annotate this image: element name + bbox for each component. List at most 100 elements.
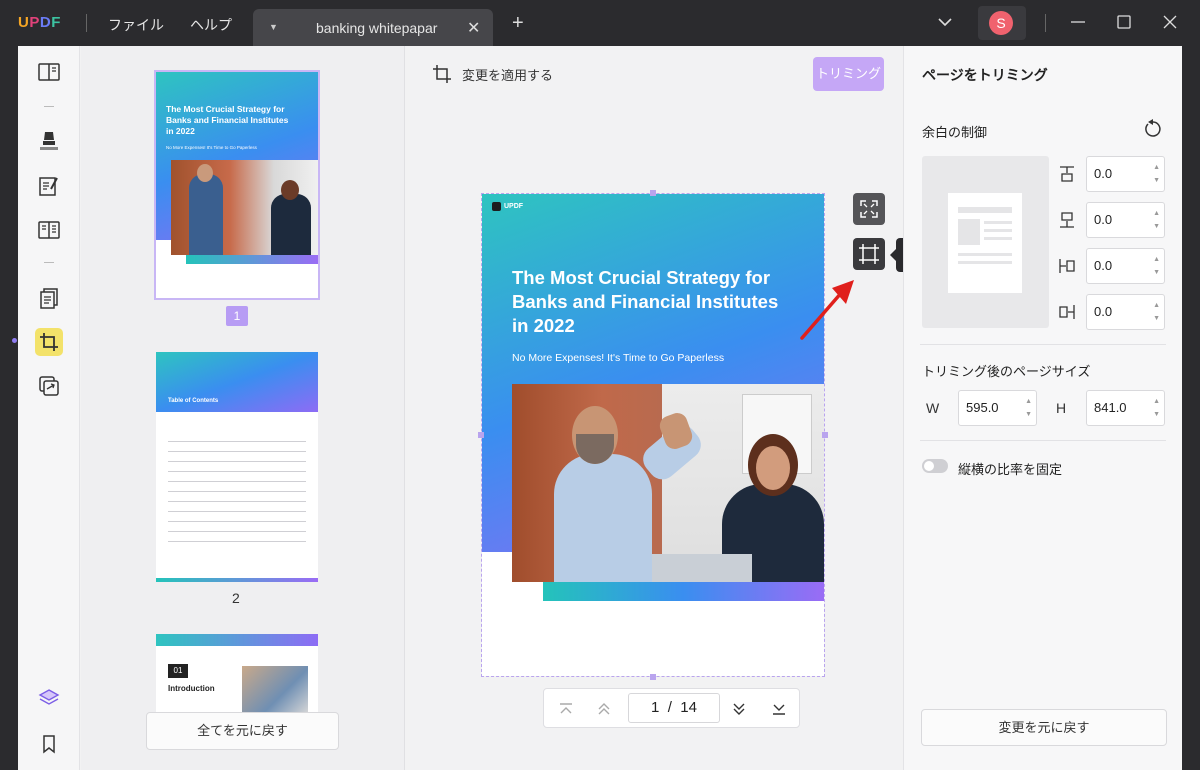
crop-box-icon bbox=[859, 244, 879, 264]
cover-bar bbox=[543, 582, 824, 601]
thumb-subtitle: No More Expenses! It's Time to Go Paperl… bbox=[166, 145, 257, 150]
thumb-photo bbox=[171, 160, 318, 255]
menu-help[interactable]: ヘルプ bbox=[190, 15, 232, 35]
convert-tool[interactable] bbox=[35, 372, 63, 400]
red-arrow-annotation bbox=[800, 280, 854, 340]
new-tab-button[interactable]: + bbox=[512, 13, 524, 33]
last-page-button[interactable] bbox=[769, 699, 789, 719]
page-preview: UPDF The Most Crucial Strategy for Banks… bbox=[482, 194, 824, 676]
page-input[interactable]: 1 / 14 bbox=[628, 693, 720, 723]
layers-icon bbox=[38, 689, 60, 705]
crop-handle-bottom[interactable] bbox=[650, 674, 656, 680]
next-page-button[interactable] bbox=[729, 699, 749, 719]
convert-icon bbox=[39, 376, 59, 396]
margin-right-input[interactable]: 0.0 ▲ ▼ bbox=[1086, 294, 1165, 330]
title-separator-2 bbox=[1045, 14, 1046, 32]
prev-page-button[interactable] bbox=[594, 699, 614, 719]
panel-divider-2 bbox=[920, 440, 1166, 441]
chevron-down-icon[interactable] bbox=[935, 12, 955, 32]
width-spinner[interactable]: ▲ ▼ bbox=[1025, 395, 1032, 421]
reset-margins-icon[interactable] bbox=[1143, 119, 1163, 139]
lock-ratio-label: 縦横の比率を固定 bbox=[958, 462, 1063, 477]
expand-icon bbox=[860, 200, 878, 218]
updf-mark-icon bbox=[492, 202, 501, 211]
last-page-icon bbox=[773, 704, 785, 715]
thumbnail-page-2[interactable]: Table of Contents bbox=[156, 352, 318, 582]
height-spinner[interactable]: ▲ ▼ bbox=[1153, 395, 1160, 421]
rail-indicator-dot bbox=[12, 338, 17, 343]
reader-tool[interactable] bbox=[35, 58, 63, 86]
thumb-chapter-title: Introduction bbox=[168, 684, 215, 693]
margin-left-spinner[interactable]: ▲ ▼ bbox=[1153, 253, 1160, 279]
reset-changes-button[interactable]: 変更を元に戻す bbox=[921, 709, 1167, 746]
apply-changes-button[interactable]: 変更を適用する bbox=[432, 64, 553, 84]
avatar-initial: S bbox=[989, 11, 1013, 35]
crop-handle-top[interactable] bbox=[650, 190, 656, 196]
organize-tool[interactable] bbox=[35, 284, 63, 312]
user-avatar[interactable]: S bbox=[978, 6, 1026, 40]
maximize-icon[interactable] bbox=[1116, 12, 1132, 32]
width-input[interactable]: 595.0 ▲ ▼ bbox=[958, 390, 1037, 426]
margin-top-icon bbox=[1057, 164, 1077, 184]
book-icon bbox=[38, 63, 60, 81]
thumb-toc-title: Table of Contents bbox=[168, 398, 219, 404]
pages-icon bbox=[40, 288, 58, 309]
page-number-badge: 1 bbox=[226, 306, 248, 326]
crop-editor: 変更を適用する トリミング UPDF The Most Crucial Stra… bbox=[406, 46, 927, 770]
width-label: W bbox=[926, 400, 940, 416]
margin-left-icon bbox=[1057, 256, 1077, 276]
crop-handle-right[interactable] bbox=[822, 432, 828, 438]
form-tool[interactable] bbox=[35, 216, 63, 244]
comment-tool[interactable] bbox=[35, 126, 63, 154]
edit-tool[interactable] bbox=[35, 172, 63, 200]
tool-rail bbox=[18, 46, 80, 770]
height-label: H bbox=[1056, 400, 1067, 416]
bookmark-tool[interactable] bbox=[35, 730, 63, 758]
reset-all-button[interactable]: 全てを元に戻す bbox=[146, 712, 339, 750]
crop-handle-left[interactable] bbox=[478, 432, 484, 438]
thumbnail-page-1[interactable]: The Most Crucial Strategy for Banks and … bbox=[154, 70, 320, 300]
crop-tool[interactable] bbox=[35, 328, 63, 356]
trim-settings-panel: ページをトリミング 余白の制御 0.0 ▲ ▼ 0.0 ▲ ▼ 0.0 ▲ ▼ 0.0 ▲ ▼ … bbox=[903, 46, 1182, 770]
tab-dropdown-icon[interactable]: ▼ bbox=[269, 22, 278, 32]
margin-right-icon bbox=[1057, 302, 1077, 322]
margin-left-input[interactable]: 0.0 ▲ ▼ bbox=[1086, 248, 1165, 284]
margin-bottom-icon bbox=[1057, 210, 1077, 230]
panel-divider bbox=[920, 344, 1166, 345]
fit-page-button[interactable] bbox=[853, 193, 885, 225]
thumb-photo-3 bbox=[242, 666, 308, 714]
margin-top-spinner[interactable]: ▲ ▼ bbox=[1153, 161, 1160, 187]
tab-title: banking whitepapar bbox=[316, 20, 438, 36]
page-title: The Most Crucial Strategy for Banks and … bbox=[512, 267, 779, 336]
margin-bottom-spinner[interactable]: ▲ ▼ bbox=[1153, 207, 1160, 233]
document-tab[interactable]: ▼ banking whitepapar ✕ bbox=[253, 9, 493, 46]
page-navigator: 1 / 14 bbox=[543, 688, 800, 728]
apply-changes-label: 変更を適用する bbox=[462, 67, 554, 83]
trim-button[interactable]: トリミング bbox=[813, 57, 884, 91]
margin-right-spinner[interactable]: ▲ ▼ bbox=[1153, 299, 1160, 325]
first-page-button[interactable] bbox=[556, 699, 576, 719]
updf-logo: UPDF bbox=[18, 14, 61, 31]
minimize-icon[interactable] bbox=[1070, 12, 1086, 32]
height-input[interactable]: 841.0 ▲ ▼ bbox=[1086, 390, 1165, 426]
tab-close-icon[interactable]: ✕ bbox=[467, 18, 480, 38]
margin-bottom-input[interactable]: 0.0 ▲ ▼ bbox=[1086, 202, 1165, 238]
highlighter-icon bbox=[40, 132, 58, 150]
layers-tool[interactable] bbox=[35, 684, 63, 712]
edit-text-icon bbox=[39, 177, 58, 196]
close-window-icon[interactable] bbox=[1162, 12, 1178, 32]
margin-top-input[interactable]: 0.0 ▲ ▼ bbox=[1086, 156, 1165, 192]
margin-section-title: 余白の制御 bbox=[922, 125, 988, 140]
margin-preview bbox=[922, 156, 1049, 328]
lock-ratio-toggle[interactable] bbox=[922, 459, 948, 473]
menu-file[interactable]: ファイル bbox=[108, 15, 164, 35]
bookmark-icon bbox=[43, 735, 55, 754]
page-subtitle: No More Expenses! It's Time to Go Paperl… bbox=[512, 352, 725, 364]
crop-options-button[interactable] bbox=[853, 238, 885, 270]
crop-icon bbox=[40, 333, 58, 351]
page-number-2: 2 bbox=[232, 590, 240, 606]
apply-crop-icon bbox=[433, 65, 451, 83]
thumb-chapter-number: 01 bbox=[168, 664, 188, 678]
title-bar: UPDF ファイル ヘルプ ▼ banking whitepapar ✕ + S bbox=[0, 0, 1200, 46]
thumbnail-page-3[interactable]: 01 Introduction bbox=[156, 634, 318, 714]
